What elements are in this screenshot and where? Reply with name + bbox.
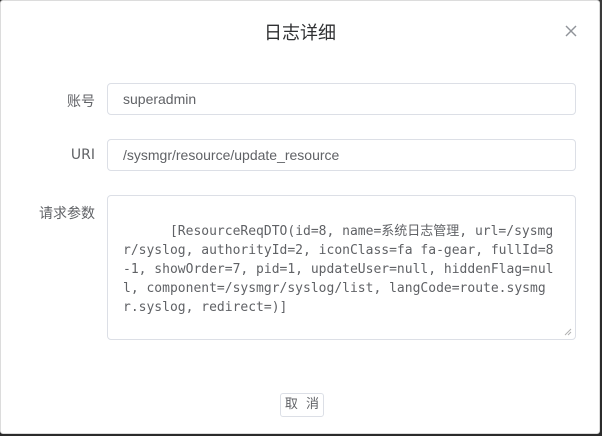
close-icon[interactable]: [563, 23, 579, 39]
params-text: [ResourceReqDTO(id=8, name=系统日志管理, url=/…: [123, 224, 554, 315]
params-label: 请求参数: [39, 206, 95, 222]
account-label: 账号: [67, 94, 95, 110]
resize-handle-icon[interactable]: [564, 328, 572, 336]
cancel-button[interactable]: 取 消: [280, 393, 324, 417]
params-textarea[interactable]: [ResourceReqDTO(id=8, name=系统日志管理, url=/…: [107, 195, 576, 340]
dialog-title: 日志详细: [264, 23, 336, 44]
account-field[interactable]: superadmin: [107, 83, 576, 115]
log-detail-dialog: 日志详细 账号 superadmin URI /sysmgr/resource/…: [0, 0, 600, 434]
uri-field[interactable]: /sysmgr/resource/update_resource: [107, 139, 576, 171]
uri-label: URI: [70, 147, 95, 163]
